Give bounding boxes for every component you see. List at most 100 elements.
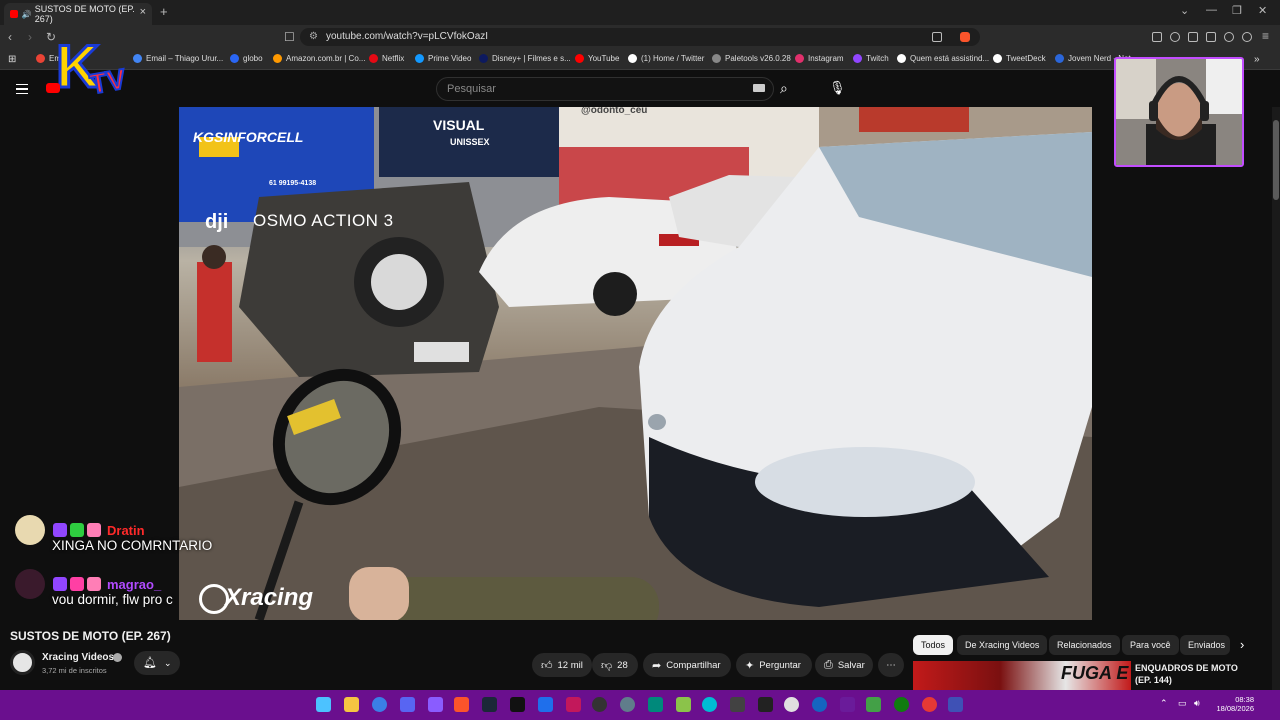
ask-label: Perguntar — [759, 659, 801, 671]
steam-icon[interactable] — [482, 697, 497, 712]
related-video-title[interactable]: ENQUADROS DE MOTO (EP. 144) — [1135, 662, 1255, 686]
close-tab-icon[interactable]: × — [140, 6, 146, 18]
microphone-icon[interactable]: 🎙 — [829, 80, 846, 96]
chip-from-channel[interactable]: De Xracing Videos — [957, 635, 1048, 655]
sidebar-icon[interactable] — [1188, 32, 1198, 42]
bookmark-item[interactable]: TweetDeck — [993, 54, 1046, 63]
volume-icon[interactable]: 🔊︎ — [1194, 698, 1200, 709]
bookmark-item[interactable]: Disney+ | Filmes e s... — [479, 54, 571, 63]
related-video-thumbnail[interactable]: FUGA E — [913, 661, 1131, 691]
bookmark-item[interactable]: Prime Video — [415, 54, 471, 63]
xbox-icon[interactable] — [894, 697, 909, 712]
more-bookmarks-icon[interactable]: » — [1254, 54, 1260, 65]
site-info-icon[interactable]: ⚙ — [309, 28, 318, 46]
vpn-icon[interactable] — [1242, 32, 1252, 42]
chip-related[interactable]: Relacionados — [1049, 635, 1120, 655]
dislike-button[interactable]: 👎︎ 28 — [592, 653, 638, 677]
start-icon[interactable] — [316, 697, 331, 712]
browser-icon[interactable] — [372, 697, 387, 712]
youtube-logo-icon[interactable] — [46, 83, 60, 93]
app-icon[interactable] — [730, 697, 745, 712]
new-tab-button[interactable]: + — [160, 4, 168, 19]
app-icon[interactable] — [538, 697, 553, 712]
forward-button[interactable]: › — [28, 30, 32, 44]
back-button[interactable]: ‹ — [8, 30, 12, 44]
guide-menu-icon[interactable] — [16, 84, 28, 94]
chevron-down-icon: ⌄ — [163, 658, 172, 668]
app-icon[interactable] — [648, 697, 663, 712]
wallet-icon[interactable] — [1206, 32, 1216, 42]
tray-chevron-icon[interactable]: ⌃ — [1160, 698, 1168, 709]
like-button[interactable]: 👍︎ 12 mil — [532, 653, 592, 677]
bookmarks-bar: ⊞ Em Email – Thiago Urur... globo Amazon… — [0, 49, 1280, 70]
minimize-button[interactable]: — — [1206, 4, 1217, 16]
chip-for-you[interactable]: Para você — [1122, 635, 1179, 655]
thumbnail-text: FUGA E — [1061, 663, 1129, 683]
scrollbar-thumb[interactable] — [1273, 120, 1279, 200]
close-window-button[interactable]: ✕ — [1258, 4, 1267, 17]
save-playlist-icon: ⎙ — [824, 658, 833, 671]
channel-name[interactable]: Xracing Videos — [42, 652, 114, 663]
discord-icon[interactable] — [400, 697, 415, 712]
notification-bell-button[interactable]: 🔔︎ ⌄ — [134, 651, 180, 675]
cast-icon[interactable] — [932, 32, 942, 42]
tab-search-icon[interactable]: ⌄ — [1180, 4, 1189, 17]
file-explorer-icon[interactable] — [344, 697, 359, 712]
search-input[interactable]: Pesquisar — [436, 77, 774, 101]
chip-uploaded[interactable]: Enviados — [1180, 635, 1230, 655]
bookmark-item[interactable]: Email – Thiago Urur... — [133, 54, 223, 63]
bookmark-item[interactable]: Amazon.com.br | Co... — [273, 54, 365, 63]
leo-ai-icon[interactable] — [1224, 32, 1234, 42]
bookmark-icon[interactable]: ☐ — [284, 30, 295, 44]
search-icon[interactable]: ⌕ — [780, 80, 788, 97]
chat-avatar — [15, 569, 45, 599]
epic-games-icon[interactable] — [510, 697, 525, 712]
app-icon[interactable] — [948, 697, 963, 712]
app-icon[interactable] — [702, 697, 717, 712]
visual-sign-subtext: UNISSEX — [450, 137, 490, 147]
headlight — [755, 447, 975, 517]
obs-icon[interactable] — [592, 697, 607, 712]
maximize-button[interactable]: ❐ — [1232, 4, 1242, 17]
bookmark-item[interactable]: Paletools v26.0.28 — [712, 54, 791, 63]
save-button[interactable]: ⎙ Salvar — [815, 653, 873, 677]
app-icon[interactable] — [866, 697, 881, 712]
chip-all[interactable]: Todos — [913, 635, 954, 655]
bookmark-item[interactable]: Instagram — [795, 54, 844, 63]
bookmark-item[interactable]: globo — [230, 54, 263, 63]
app-icon[interactable] — [428, 697, 443, 712]
network-icon[interactable]: ▭ — [1178, 698, 1187, 709]
reload-button[interactable]: ↻ — [46, 30, 56, 44]
menu-icon[interactable]: ≡ — [1262, 29, 1269, 43]
app-icon[interactable] — [758, 697, 773, 712]
video-player[interactable]: dji OSMO ACTION 3 KGSINFORCELL 61 99195-… — [179, 107, 1092, 620]
app-icon[interactable] — [620, 697, 635, 712]
bookmark-item[interactable]: (1) Home / Twitter — [628, 54, 704, 63]
chat-username: Dratin — [107, 522, 145, 538]
active-tab[interactable]: 🔊 SUSTOS DE MOTO (EP. 267) × — [4, 3, 152, 25]
app-icon[interactable] — [922, 697, 937, 712]
bookmark-item[interactable]: Twitch — [853, 54, 889, 63]
share-button[interactable]: ➦ Compartilhar — [643, 653, 731, 677]
clock[interactable]: 08:38 18/08/2026 — [1206, 695, 1254, 713]
brave-shield-icon[interactable] — [960, 32, 970, 42]
brave-icon[interactable] — [454, 697, 469, 712]
bookmark-item[interactable]: Netflix — [369, 54, 404, 63]
flower-badge-icon — [87, 577, 101, 591]
app-icon[interactable] — [566, 697, 581, 712]
app-icon[interactable] — [676, 697, 691, 712]
apps-grid-icon[interactable]: ⊞ — [8, 54, 16, 65]
bookmark-item[interactable]: Quem está assistind... — [897, 54, 989, 63]
media-icon[interactable] — [1170, 32, 1180, 42]
chevron-right-icon[interactable]: › — [1240, 637, 1244, 652]
app-icon[interactable] — [784, 697, 799, 712]
app-icon[interactable] — [840, 697, 855, 712]
keyboard-icon[interactable] — [753, 84, 765, 92]
app-icon[interactable] — [812, 697, 827, 712]
ask-button[interactable]: ✦ Perguntar — [736, 653, 812, 677]
more-actions-button[interactable]: ⋯ — [878, 653, 904, 677]
bookmark-item[interactable]: YouTube — [575, 54, 619, 63]
channel-avatar[interactable] — [10, 650, 35, 675]
extensions-icon[interactable] — [1152, 32, 1162, 42]
url-field[interactable]: ⚙ youtube.com/watch?v=pLCVfokOazI — [300, 28, 980, 46]
